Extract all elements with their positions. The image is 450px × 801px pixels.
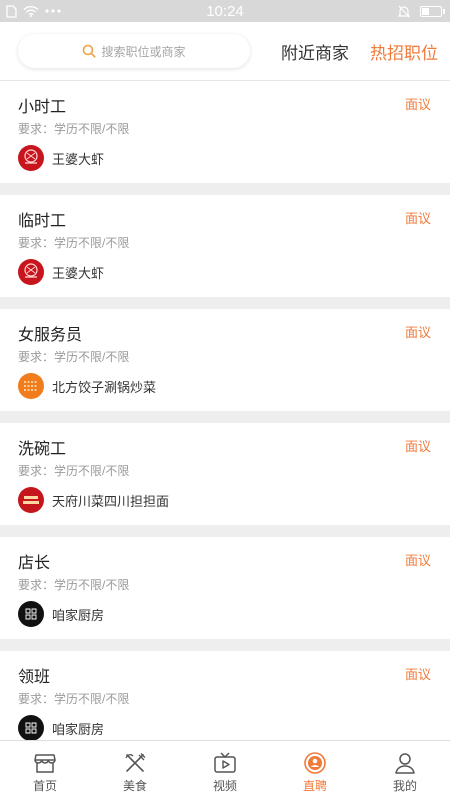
shop-name: 王婆大虾 [52,265,105,281]
home-icon [34,754,56,773]
shop-logo-icon [18,601,44,627]
tab-nearby-merchants[interactable]: 附近商家 [281,39,349,64]
status-right-icons [398,4,445,18]
job-requirement: 要求：学历不限/不限 [18,122,130,136]
job-shop[interactable]: 天府川菜四川担担面 [18,487,169,513]
shop-name: 北方饺子涮锅炒菜 [52,379,157,395]
job-requirement: 要求：学历不限/不限 [18,350,130,364]
job-title: 店长 [18,555,51,572]
job-requirement: 要求：学历不限/不限 [18,236,130,250]
recruit-icon [304,752,326,774]
mute-bell-icon [398,5,410,17]
job-list: 小时工 面议 要求：学历不限/不限 王婆大虾 临时工 面议 要求：学历不限/不限… [0,81,450,740]
nav-video-label: 视频 [212,779,237,793]
nav-home-label: 首页 [32,779,57,793]
shop-logo-icon [18,145,44,171]
job-card[interactable]: 女服务员 面议 要求：学历不限/不限 北方饺子涮锅炒菜 [0,309,450,411]
shop-name: 天府川菜四川担担面 [52,493,170,509]
job-card[interactable]: 店长 面议 要求：学历不限/不限 咱家厨房 [0,537,450,639]
job-requirement: 要求：学历不限/不限 [18,578,130,592]
bottom-nav: 首页 美食 视频 直聘 我的 [0,740,450,801]
job-title: 洗碗工 [18,441,67,458]
shop-name: 王婆大虾 [52,151,105,167]
nav-mine[interactable]: 我的 [360,741,450,801]
job-title: 小时工 [18,99,67,116]
shop-name: 咱家厨房 [52,607,105,623]
job-shop[interactable]: 北方饺子涮锅炒菜 [18,373,156,399]
nav-food-label: 美食 [122,779,147,793]
user-icon [395,753,415,774]
search-icon [83,44,97,58]
job-shop[interactable]: 王婆大虾 [18,145,104,171]
tab-hot-jobs[interactable]: 热招职位 [370,39,438,64]
shop-logo-icon [18,259,44,285]
battery-icon [420,5,445,17]
shop-logo-icon [18,373,44,399]
job-salary: 面议 [404,211,431,226]
nav-food[interactable]: 美食 [90,741,180,801]
status-bar: 10:24 [0,0,450,22]
status-time: 10:24 [206,3,244,20]
job-salary: 面议 [404,97,431,112]
shop-name: 咱家厨房 [52,721,105,737]
job-title: 临时工 [18,213,67,230]
job-salary: 面议 [404,439,431,454]
job-requirement: 要求：学历不限/不限 [18,464,130,478]
job-title: 领班 [18,669,51,686]
job-card[interactable]: 小时工 面议 要求：学历不限/不限 王婆大虾 [0,81,450,183]
job-shop[interactable]: 咱家厨房 [18,715,104,740]
job-salary: 面议 [404,553,431,568]
job-requirement: 要求：学历不限/不限 [18,692,130,706]
nav-recruit-label: 直聘 [302,779,327,793]
job-salary: 面议 [404,667,431,682]
job-card[interactable]: 临时工 面议 要求：学历不限/不限 王婆大虾 [0,195,450,297]
nav-home[interactable]: 首页 [0,741,90,801]
shop-logo-icon [18,487,44,513]
fork-knife-icon [125,753,146,772]
job-title: 女服务员 [18,327,83,344]
shop-logo-icon [18,715,44,740]
job-card[interactable]: 洗碗工 面议 要求：学历不限/不限 天府川菜四川担担面 [0,423,450,525]
nav-mine-label: 我的 [392,779,417,793]
job-shop[interactable]: 王婆大虾 [18,259,104,285]
tv-play-icon [214,752,236,773]
job-salary: 面议 [404,325,431,340]
search-placeholder: 搜索职位或商家 [101,44,186,59]
search-box[interactable]: 搜索职位或商家 [18,34,250,68]
job-shop[interactable]: 咱家厨房 [18,601,104,627]
nav-video[interactable]: 视频 [180,741,270,801]
job-card[interactable]: 领班 面议 要求：学历不限/不限 咱家厨房 [0,651,450,740]
top-header: 搜索职位或商家 附近商家 热招职位 [0,22,450,81]
nav-recruit[interactable]: 直聘 [270,741,360,801]
